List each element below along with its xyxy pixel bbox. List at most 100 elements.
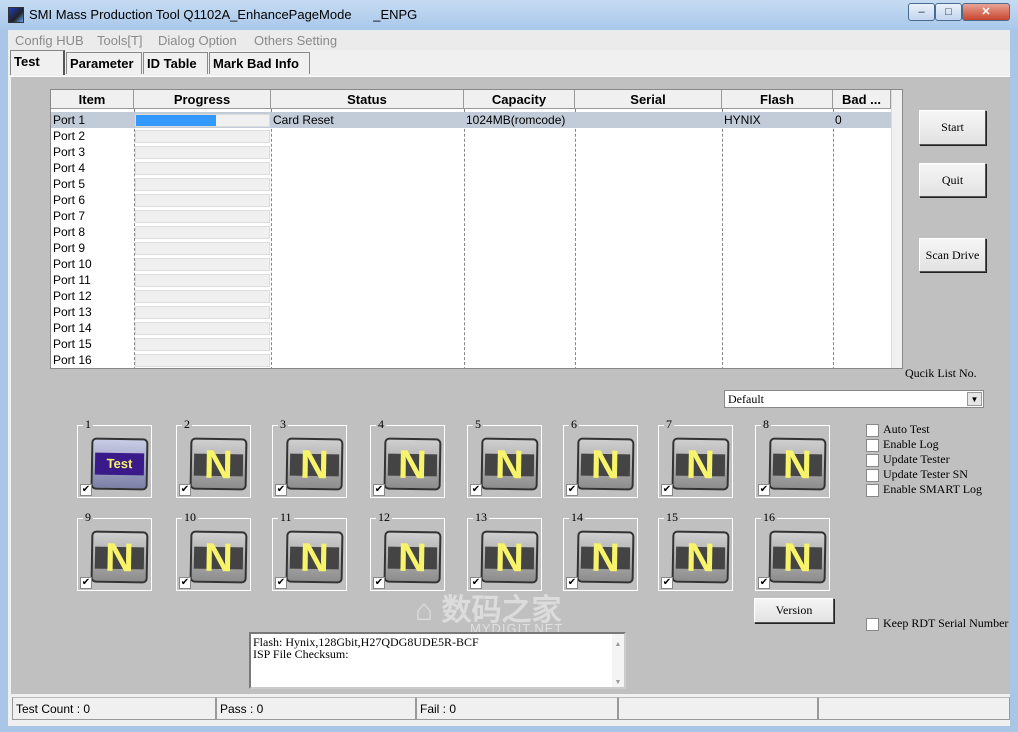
drive-n-icon[interactable]: N	[671, 530, 730, 584]
drive-n-icon[interactable]: N	[576, 437, 635, 491]
title-bar[interactable]: SMI Mass Production Tool Q1102A_EnhanceP…	[0, 0, 1018, 30]
checkbox-enable-smart-log[interactable]	[866, 484, 879, 497]
log-scrollbar[interactable]: ▲ ▼	[612, 634, 624, 687]
column-header-item[interactable]: Item	[51, 90, 134, 109]
table-row[interactable]: Port 2	[51, 128, 891, 144]
port-slot-10[interactable]: 10 N ✔	[176, 511, 251, 591]
port-slot-5[interactable]: 5 N ✔	[467, 418, 542, 498]
drive-n-icon[interactable]: N	[189, 530, 248, 584]
port-slot-9[interactable]: 9 N ✔	[77, 511, 152, 591]
port-slot-6[interactable]: 6 N ✔	[563, 418, 638, 498]
table-row[interactable]: Port 7	[51, 208, 891, 224]
tab-parameter[interactable]: Parameter	[66, 52, 142, 74]
port-slot-12[interactable]: 12 N ✔	[370, 511, 445, 591]
column-header-bad[interactable]: Bad ...	[833, 90, 891, 109]
drive-n-icon[interactable]: N	[576, 530, 635, 584]
port-slot-2[interactable]: 2 N ✔	[176, 418, 251, 498]
minimize-button[interactable]: –	[908, 3, 935, 21]
table-row[interactable]: Port 10	[51, 256, 891, 272]
port-slot-8[interactable]: 8 N ✔	[755, 418, 830, 498]
drive-n-icon[interactable]: N	[285, 437, 344, 491]
port-slot-13[interactable]: 13 N ✔	[467, 511, 542, 591]
scan-drive-button[interactable]: Scan Drive	[919, 238, 986, 272]
port-slot-4[interactable]: 4 N ✔	[370, 418, 445, 498]
port-checkbox[interactable]: ✔	[373, 484, 385, 496]
port-checkbox[interactable]: ✔	[275, 484, 287, 496]
checkbox-enable-log[interactable]	[866, 439, 879, 452]
menu-tools[interactable]: Tools[T]	[97, 33, 143, 48]
maximize-button[interactable]: □	[935, 3, 962, 21]
drive-n-icon[interactable]: N	[285, 530, 344, 584]
port-checkbox[interactable]: ✔	[758, 484, 770, 496]
port-checkbox[interactable]: ✔	[758, 577, 770, 589]
table-row[interactable]: Port 15	[51, 336, 891, 352]
column-header-serial[interactable]: Serial	[575, 90, 722, 109]
table-row[interactable]: Port 14	[51, 320, 891, 336]
port-checkbox[interactable]: ✔	[80, 484, 92, 496]
table-row[interactable]: Port 6	[51, 192, 891, 208]
checkbox-update-tester-sn[interactable]	[866, 469, 879, 482]
drive-n-icon[interactable]: N	[768, 530, 827, 584]
table-scrollbar[interactable]	[891, 90, 902, 368]
version-button[interactable]: Version	[754, 598, 834, 623]
menu-others-setting[interactable]: Others Setting	[254, 33, 337, 48]
port-slot-3[interactable]: 3 N ✔	[272, 418, 347, 498]
port-checkbox[interactable]: ✔	[470, 484, 482, 496]
port-checkbox[interactable]: ✔	[275, 577, 287, 589]
drive-n-icon[interactable]: N	[671, 437, 730, 491]
table-row[interactable]: Port 3	[51, 144, 891, 160]
drive-n-icon[interactable]: N	[90, 530, 149, 584]
menu-config-hub[interactable]: Config HUB	[15, 33, 84, 48]
port-slot-16[interactable]: 16 N ✔	[755, 511, 830, 591]
port-slot-11[interactable]: 11 N ✔	[272, 511, 347, 591]
drive-n-icon[interactable]: N	[383, 530, 442, 584]
column-header-capacity[interactable]: Capacity	[464, 90, 575, 109]
port-checkbox[interactable]: ✔	[179, 484, 191, 496]
table-row[interactable]: Port 13	[51, 304, 891, 320]
table-row[interactable]: Port 12	[51, 288, 891, 304]
checkbox-auto-test[interactable]	[866, 424, 879, 437]
drive-n-icon[interactable]: N	[480, 437, 539, 491]
table-row[interactable]: Port 9	[51, 240, 891, 256]
table-row[interactable]: Port 11	[51, 272, 891, 288]
table-row[interactable]: Port 8	[51, 224, 891, 240]
drive-n-icon[interactable]: N	[768, 437, 827, 491]
menu-dialog-option[interactable]: Dialog Option	[158, 33, 237, 48]
table-row[interactable]: Port 16	[51, 352, 891, 368]
column-header-progress[interactable]: Progress	[134, 90, 271, 109]
tab-test[interactable]: Test	[10, 50, 65, 75]
port-checkbox[interactable]: ✔	[80, 577, 92, 589]
column-header-flash[interactable]: Flash	[722, 90, 833, 109]
port-checkbox[interactable]: ✔	[373, 577, 385, 589]
tab-mark-bad-info[interactable]: Mark Bad Info	[209, 52, 310, 74]
keep-rdt-checkbox[interactable]	[866, 618, 879, 631]
drive-n-icon[interactable]: N	[480, 530, 539, 584]
column-header-status[interactable]: Status	[271, 90, 464, 109]
port-slot-1[interactable]: 1 Test ✔	[77, 418, 152, 498]
quick-list-dropdown[interactable]: Default ▼	[724, 390, 984, 408]
port-slot-15[interactable]: 15 N ✔	[658, 511, 733, 591]
checkbox-update-tester[interactable]	[866, 454, 879, 467]
port-checkbox[interactable]: ✔	[661, 484, 673, 496]
start-button[interactable]: Start	[919, 110, 986, 145]
chevron-down-icon[interactable]: ▼	[967, 392, 982, 406]
port-table[interactable]: Item Progress Status Capacity Serial Flash Bad…	[50, 89, 903, 369]
quit-button[interactable]: Quit	[919, 163, 986, 197]
table-row[interactable]: Port 1 Card Reset 1024MB(romcode) HYNIX 0	[51, 112, 891, 128]
test-drive-icon[interactable]: Test	[90, 437, 149, 491]
port-checkbox[interactable]: ✔	[566, 577, 578, 589]
drive-n-icon[interactable]: N	[383, 437, 442, 491]
port-slot-14[interactable]: 14 N ✔	[563, 511, 638, 591]
close-button[interactable]: ✕	[962, 3, 1010, 21]
port-slot-7[interactable]: 7 N ✔	[658, 418, 733, 498]
port-checkbox[interactable]: ✔	[179, 577, 191, 589]
table-row[interactable]: Port 5	[51, 176, 891, 192]
port-checkbox[interactable]: ✔	[661, 577, 673, 589]
window-title: SMI Mass Production Tool Q1102A_EnhanceP…	[29, 7, 418, 22]
log-textarea[interactable]: Flash: Hynix,128Gbit,H27QDG8UDE5R-BCF IS…	[249, 632, 626, 689]
table-row[interactable]: Port 4	[51, 160, 891, 176]
port-number: 10	[182, 510, 198, 524]
drive-n-icon[interactable]: N	[189, 437, 248, 491]
tab-id-table[interactable]: ID Table	[143, 52, 208, 74]
port-checkbox[interactable]: ✔	[566, 484, 578, 496]
